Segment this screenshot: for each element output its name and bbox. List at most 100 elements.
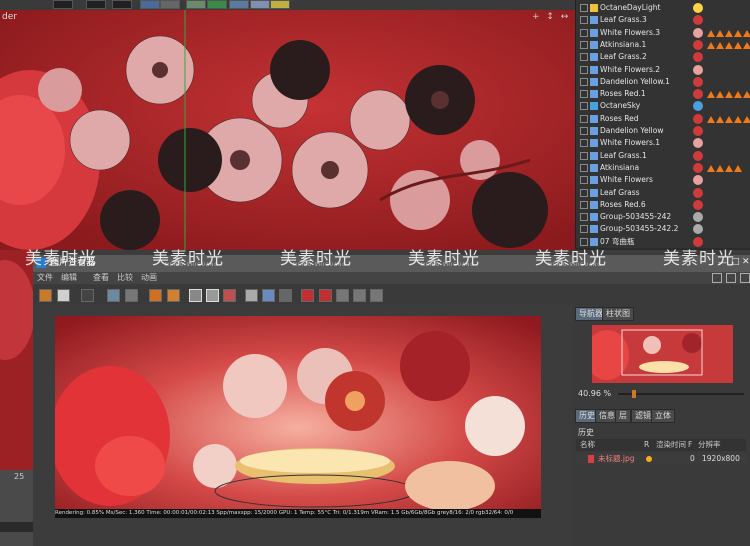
- channel-a-icon[interactable]: [301, 289, 314, 302]
- warning-tag-icon[interactable]: [734, 91, 742, 99]
- expand-icon[interactable]: [580, 77, 588, 86]
- expand-icon[interactable]: [580, 200, 588, 209]
- warning-tag-icon[interactable]: [707, 115, 715, 123]
- object-row[interactable]: Leaf Grass.3: [576, 14, 750, 26]
- warning-tag-icon[interactable]: [743, 29, 750, 37]
- material-tag-icon[interactable]: [693, 89, 703, 100]
- zoom-control[interactable]: 40.96 %: [576, 388, 746, 400]
- generator-tool-button[interactable]: [186, 0, 206, 9]
- col-name[interactable]: 名称: [580, 439, 595, 451]
- object-name[interactable]: Leaf Grass: [600, 187, 640, 199]
- material-tag-icon[interactable]: [693, 212, 703, 223]
- col-resolution[interactable]: 分辨率: [698, 439, 721, 451]
- transport-bar[interactable]: [0, 522, 33, 532]
- zoom-slider-track[interactable]: [618, 393, 744, 395]
- tab-stereo[interactable]: 立体: [651, 409, 675, 423]
- export-icon[interactable]: [167, 289, 180, 302]
- object-row[interactable]: OctaneDayLight: [576, 2, 750, 14]
- warning-tag-icon[interactable]: [725, 91, 733, 99]
- object-name[interactable]: Roses Red.1: [600, 88, 646, 100]
- material-tag-icon[interactable]: [693, 175, 703, 186]
- material-tag-icon[interactable]: [693, 101, 703, 112]
- warning-tag-icon[interactable]: [707, 29, 715, 37]
- material-tag-icon[interactable]: [693, 39, 703, 50]
- warning-tag-icon[interactable]: [716, 115, 724, 123]
- warning-tag-icon[interactable]: [707, 41, 715, 49]
- object-name[interactable]: Group-503455-242.2: [600, 223, 678, 235]
- expand-icon[interactable]: [580, 4, 588, 12]
- save-icon[interactable]: [57, 289, 70, 302]
- expand-icon[interactable]: [580, 90, 588, 99]
- expand-icon[interactable]: [580, 213, 588, 222]
- col-f[interactable]: F: [688, 439, 692, 451]
- scene-tool-button[interactable]: [229, 0, 249, 9]
- cube-tool-button[interactable]: [140, 0, 160, 9]
- object-row[interactable]: Roses Red: [576, 113, 750, 125]
- object-name[interactable]: Dandelion Yellow.1: [600, 76, 670, 88]
- spline-tool-button[interactable]: [160, 0, 180, 9]
- object-name[interactable]: Roses Red.6: [600, 199, 646, 211]
- material-tag-icon[interactable]: [693, 3, 703, 13]
- panel-icon[interactable]: [726, 273, 736, 283]
- warning-tag-icon[interactable]: [716, 164, 724, 172]
- render-icon[interactable]: [149, 289, 162, 302]
- warning-tag-icon[interactable]: [734, 164, 742, 172]
- warning-tag-icon[interactable]: [725, 41, 733, 49]
- navigator-thumbnail[interactable]: [592, 325, 733, 383]
- object-name[interactable]: White Flowers.1: [600, 137, 660, 149]
- warning-tag-icon[interactable]: [725, 29, 733, 37]
- warning-tag-icon[interactable]: [743, 91, 750, 99]
- close-icon[interactable]: ✕: [742, 257, 750, 267]
- object-name[interactable]: OctaneDayLight: [600, 2, 660, 14]
- zoom-fit-icon[interactable]: [245, 289, 258, 302]
- warning-tag-icon[interactable]: [716, 41, 724, 49]
- expand-icon[interactable]: [580, 65, 588, 74]
- expand-icon[interactable]: [580, 102, 588, 111]
- object-row[interactable]: Atkinsiana: [576, 162, 750, 174]
- material-tag-icon[interactable]: [693, 64, 703, 75]
- object-name[interactable]: White Flowers: [600, 174, 653, 186]
- warning-tag-icon[interactable]: [716, 29, 724, 37]
- light-tool-button[interactable]: [270, 0, 290, 9]
- region-render-icon[interactable]: [107, 289, 120, 302]
- object-row[interactable]: Atkinsiana.1: [576, 39, 750, 51]
- stereo-icon[interactable]: [279, 289, 292, 302]
- film-icon[interactable]: [81, 289, 94, 302]
- swap-icon[interactable]: [206, 289, 219, 302]
- tab-layers[interactable]: 层: [615, 409, 631, 423]
- material-tag-icon[interactable]: [693, 126, 703, 136]
- expand-icon[interactable]: [580, 176, 588, 185]
- expand-icon[interactable]: [580, 28, 588, 37]
- object-name[interactable]: Leaf Grass.2: [600, 51, 647, 63]
- open-icon[interactable]: [39, 289, 52, 302]
- expand-icon[interactable]: [580, 127, 588, 135]
- object-row[interactable]: White Flowers: [576, 174, 750, 186]
- 3d-viewport[interactable]: [0, 10, 575, 250]
- object-row[interactable]: Roses Red.1: [576, 88, 750, 100]
- object-row[interactable]: Roses Red.6: [576, 199, 750, 211]
- expand-icon[interactable]: [580, 16, 588, 25]
- expand-icon[interactable]: [580, 163, 588, 172]
- object-row[interactable]: White Flowers.1: [576, 137, 750, 149]
- object-name[interactable]: Atkinsiana.1: [600, 39, 646, 51]
- expand-icon[interactable]: [580, 139, 588, 148]
- play-forward-button[interactable]: [86, 0, 106, 9]
- material-tag-icon[interactable]: [693, 52, 703, 63]
- warning-tag-icon[interactable]: [725, 164, 733, 172]
- expand-icon[interactable]: [580, 114, 588, 123]
- object-row[interactable]: Leaf Grass.2: [576, 51, 750, 63]
- menu-compare[interactable]: 比较: [117, 272, 133, 284]
- expand-icon[interactable]: [580, 225, 588, 234]
- material-tag-icon[interactable]: [693, 113, 703, 124]
- object-row[interactable]: Dandelion Yellow.1: [576, 76, 750, 88]
- zoom-slider-handle[interactable]: [632, 390, 636, 398]
- object-row[interactable]: White Flowers.2: [576, 64, 750, 76]
- warning-tag-icon[interactable]: [716, 91, 724, 99]
- expand-icon[interactable]: [580, 188, 588, 197]
- material-tag-icon[interactable]: [693, 224, 703, 235]
- grid-icon[interactable]: [262, 289, 275, 302]
- object-name[interactable]: OctaneSky: [600, 100, 640, 112]
- material-tag-icon[interactable]: [693, 15, 703, 26]
- record-button[interactable]: [112, 0, 132, 9]
- menu-edit[interactable]: 编辑: [61, 272, 77, 284]
